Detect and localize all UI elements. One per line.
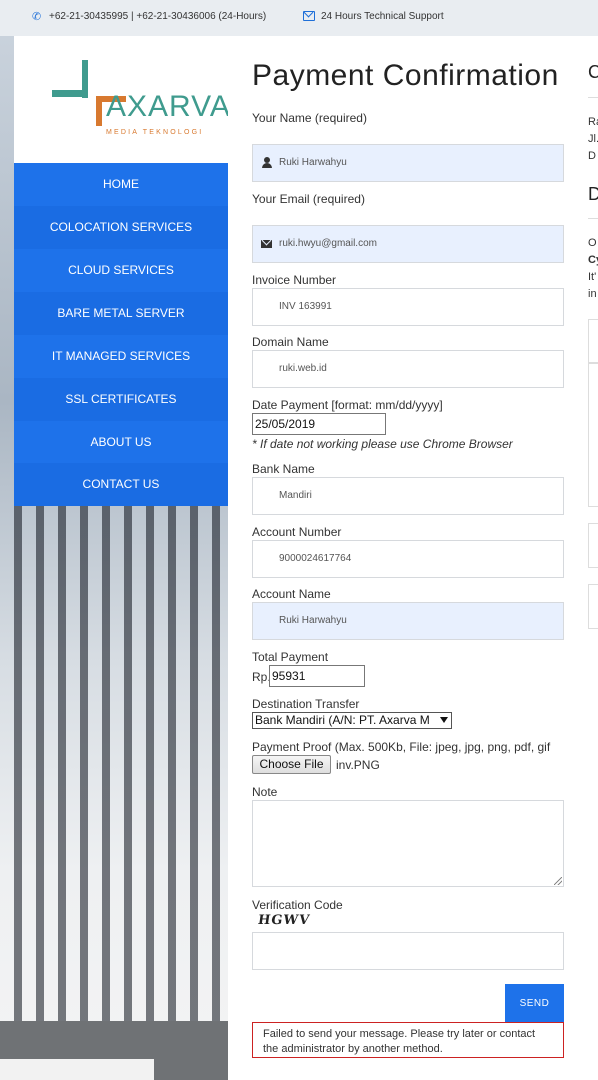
date-hint: * If date not working please use Chrome …	[252, 437, 513, 451]
account-name-field[interactable]: Ruki Harwahyu	[252, 602, 564, 640]
destination-select[interactable]: Bank Mandiri (A/N: PT. Axarva M	[252, 712, 452, 729]
divider	[588, 97, 598, 98]
right-text-5: Cy	[588, 254, 598, 266]
right-heading-2: D	[588, 184, 598, 204]
right-text-6: It'	[588, 271, 597, 283]
destination-value: Bank Mandiri (A/N: PT. Axarva M	[255, 713, 430, 727]
date-input[interactable]: 25/05/2019	[252, 413, 386, 435]
account-number-value: 9000024617764	[279, 553, 352, 564]
nav-item-about-us[interactable]: ABOUT US	[14, 421, 228, 464]
right-text-4: O	[588, 237, 597, 249]
account-name-label: Account Name	[252, 587, 331, 601]
chevron-down-icon	[440, 717, 448, 723]
file-name: inv.PNG	[336, 758, 380, 772]
nav-item-colocation-services[interactable]: COLOCATION SERVICES	[14, 206, 228, 249]
email-field[interactable]: ruki.hwyu@gmail.com	[252, 225, 564, 263]
support-link[interactable]: 24 Hours Technical Support	[321, 11, 444, 22]
resize-grip-icon[interactable]	[554, 877, 562, 885]
top-contact-bar: ✆ +62-21-30435995 | +62-21-30436006 (24-…	[0, 0, 598, 36]
right-panel	[588, 319, 598, 363]
envelope-icon	[303, 11, 315, 21]
page-title: Payment Confirmation	[252, 59, 559, 92]
destination-label: Destination Transfer	[252, 697, 360, 711]
account-name-value: Ruki Harwahyu	[279, 615, 347, 626]
invoice-field[interactable]: INV 163991	[252, 288, 564, 326]
email-label: Your Email (required)	[252, 192, 365, 206]
bank-value: Mandiri	[279, 490, 312, 501]
user-icon	[262, 157, 272, 168]
phone-icon: ✆	[32, 11, 42, 23]
logo-name: AXARVA	[106, 90, 228, 123]
logo-mark-icon	[52, 60, 126, 126]
right-text-3: D	[588, 150, 596, 162]
logo[interactable]: AXARVA MEDIA TEKNOLOGI	[14, 36, 228, 163]
note-textarea[interactable]	[252, 800, 564, 887]
right-panel	[588, 363, 598, 507]
name-label: Your Name (required)	[252, 111, 367, 125]
note-label: Note	[252, 785, 278, 799]
right-panel[interactable]	[588, 523, 598, 568]
total-label: Total Payment	[252, 650, 329, 664]
divider	[588, 218, 598, 219]
nav-item-contact-us[interactable]: CONTACT US	[14, 463, 228, 506]
account-number-field[interactable]: 9000024617764	[252, 540, 564, 578]
domain-value: ruki.web.id	[279, 363, 327, 374]
name-value: Ruki Harwahyu	[279, 157, 347, 168]
invoice-label: Invoice Number	[252, 273, 337, 287]
logo-tagline: MEDIA TEKNOLOGI	[106, 129, 204, 136]
verification-field[interactable]	[252, 932, 564, 970]
send-button[interactable]: SEND	[505, 984, 564, 1023]
email-value: ruki.hwyu@gmail.com	[279, 238, 377, 249]
phone-numbers[interactable]: +62-21-30435995 | +62-21-30436006 (24-Ho…	[49, 11, 266, 22]
right-column: C Ra Jl. D D O Cy It' in	[588, 36, 598, 1080]
nav-item-ssl-certificates[interactable]: SSL CERTIFICATES	[14, 378, 228, 421]
domain-field[interactable]: ruki.web.id	[252, 350, 564, 388]
nav-item-bare-metal-server[interactable]: BARE METAL SERVER	[14, 292, 228, 335]
invoice-value: INV 163991	[279, 301, 332, 312]
total-input[interactable]: 95931	[269, 665, 365, 687]
right-text-1: Ra	[588, 116, 598, 128]
proof-label: Payment Proof (Max. 500Kb, File: jpeg, j…	[252, 740, 551, 754]
account-number-label: Account Number	[252, 525, 342, 539]
nav-item-cloud-services[interactable]: CLOUD SERVICES	[14, 249, 228, 292]
bank-label: Bank Name	[252, 462, 315, 476]
right-text-7: in	[588, 288, 597, 300]
right-panel[interactable]	[588, 584, 598, 629]
main-nav: HOME COLOCATION SERVICES CLOUD SERVICES …	[14, 163, 228, 506]
error-message: Failed to send your message. Please try …	[252, 1022, 564, 1058]
captcha-image: HGWV	[256, 913, 312, 928]
nav-item-it-managed-services[interactable]: IT MANAGED SERVICES	[14, 335, 228, 378]
sidebar: AXARVA MEDIA TEKNOLOGI HOME COLOCATION S…	[0, 36, 228, 1080]
date-label: Date Payment [format: mm/dd/yyyy]	[252, 398, 443, 412]
bank-field[interactable]: Mandiri	[252, 477, 564, 515]
sidebar-footer-panel	[0, 1059, 154, 1080]
verification-label: Verification Code	[252, 898, 343, 912]
name-field[interactable]: Ruki Harwahyu	[252, 144, 564, 182]
envelope-icon	[261, 240, 272, 248]
nav-item-home[interactable]: HOME	[14, 163, 228, 206]
right-text-2: Jl.	[588, 133, 598, 145]
right-heading-1: C	[588, 62, 598, 82]
domain-label: Domain Name	[252, 335, 329, 349]
currency-prefix: Rp.	[252, 670, 271, 684]
payment-confirmation-form: Payment Confirmation Your Name (required…	[228, 36, 598, 1080]
choose-file-button[interactable]: Choose File	[252, 755, 331, 774]
